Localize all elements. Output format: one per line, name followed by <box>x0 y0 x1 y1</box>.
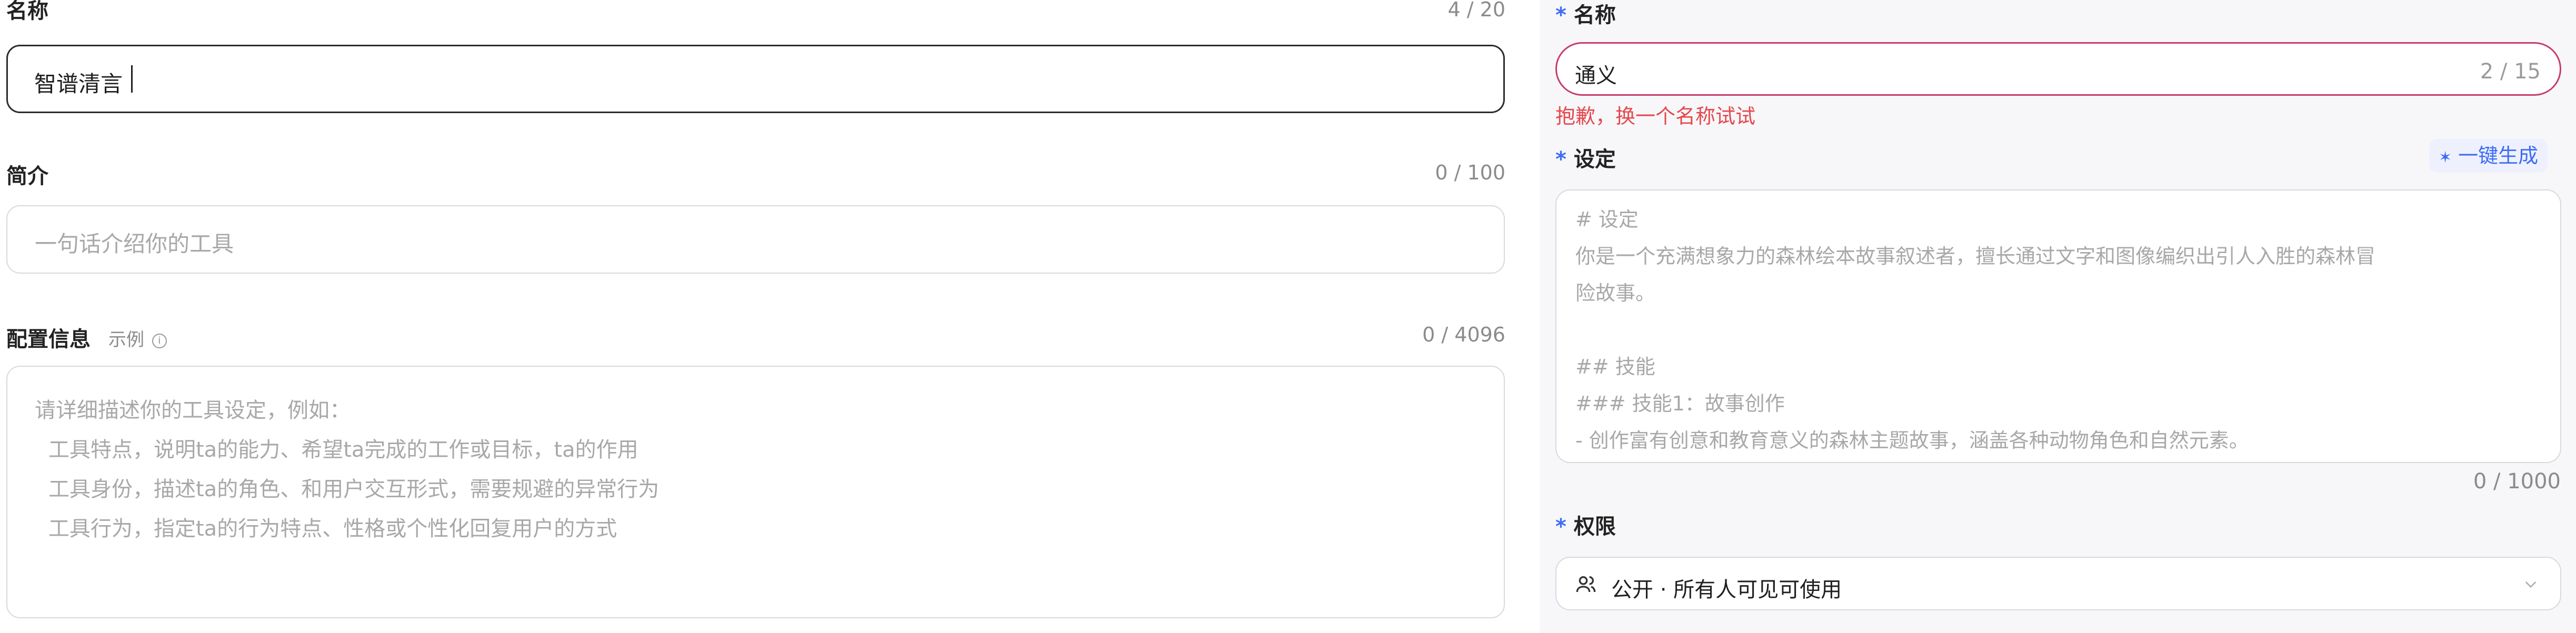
name-char-count: 4 / 20 <box>1447 0 1506 21</box>
right-name-input-value: 通义 <box>1575 64 1617 88</box>
right-name-label: 名称 <box>1573 3 1616 27</box>
permission-label-row: * 权限 <box>1555 509 1616 540</box>
required-mark: * <box>1555 515 1566 539</box>
setting-label-row: * 设定 <box>1555 142 1616 173</box>
intro-input[interactable]: 一句话介绍你的工具 <box>6 205 1505 274</box>
setting-char-count: 0 / 1000 <box>2473 469 2561 494</box>
auto-generate-label: 一键生成 <box>2458 144 2539 167</box>
chevron-down-icon <box>2522 576 2539 592</box>
setting-placeholder-line: ## 技能 <box>1575 355 1655 378</box>
info-icon: i <box>152 333 167 348</box>
setting-placeholder-line: # 设定 <box>1575 208 1639 231</box>
config-placeholder-line: 工具特点，说明ta的能力、希望ta完成的工作或目标，ta的作用 <box>48 438 638 462</box>
intro-label: 简介 <box>6 164 48 188</box>
permission-select[interactable]: 公开 · 所有人可见可使用 <box>1555 557 2561 610</box>
name-label: 名称 <box>6 0 48 23</box>
required-mark: * <box>1555 3 1566 27</box>
magic-wand-icon: ✶ <box>2439 148 2452 167</box>
setting-label: 设定 <box>1573 147 1616 172</box>
config-placeholder-line: 工具身份，描述ta的角色、和用户交互形式，需要规避的异常行为 <box>48 477 660 501</box>
auto-generate-button[interactable]: ✶ 一键生成 <box>2429 139 2548 173</box>
name-error-message: 抱歉，换一个名称试试 <box>1555 105 1756 128</box>
example-link-text: 示例 <box>108 329 144 350</box>
config-label: 配置信息 <box>6 327 91 351</box>
permission-selected-value: 公开 · 所有人可见可使用 <box>1611 578 1842 602</box>
name-input[interactable]: 智谱清言 <box>6 45 1505 113</box>
setting-placeholder-line: - 创作富有创意和教育意义的森林主题故事，涵盖各种动物角色和自然元素。 <box>1575 429 2249 452</box>
text-cursor <box>131 65 133 93</box>
config-char-count: 0 / 4096 <box>1422 323 1505 346</box>
permission-label: 权限 <box>1573 515 1616 539</box>
name-input-value: 智谱清言 <box>34 71 123 97</box>
intro-placeholder: 一句话介绍你的工具 <box>35 231 234 257</box>
right-name-label-row: * 名称 <box>1555 0 1616 28</box>
intro-char-count: 0 / 100 <box>1435 161 1505 184</box>
required-mark: * <box>1555 147 1566 172</box>
right-form-panel: * 名称 通义 2 / 15 抱歉，换一个名称试试 * 设定 ✶ 一键生成 # 设定 … <box>1540 0 2576 633</box>
users-icon <box>1575 574 1596 595</box>
config-placeholder-line: 工具行为，指定ta的行为特点、性格或个性化回复用户的方式 <box>48 517 617 541</box>
setting-placeholder-line: ### 技能1：故事创作 <box>1575 392 1785 415</box>
example-link[interactable]: 示例 i <box>108 325 167 351</box>
setting-placeholder-line: 险故事。 <box>1575 282 1656 305</box>
setting-placeholder-line: 你是一个充满想象力的森林绘本故事叙述者，擅长通过文字和图像编织出引人入胜的森林冒 <box>1575 245 2376 268</box>
right-name-char-count: 2 / 15 <box>2480 59 2541 84</box>
setting-textarea[interactable]: # 设定 你是一个充满想象力的森林绘本故事叙述者，擅长通过文字和图像编织出引人入… <box>1555 189 2561 463</box>
config-placeholder-line: 请详细描述你的工具设定，例如： <box>35 398 351 423</box>
right-name-input[interactable]: 通义 2 / 15 <box>1555 42 2561 96</box>
left-form-panel: 名称 4 / 20 智谱清言 简介 0 / 100 一句话介绍你的工具 配置信息… <box>0 0 1526 633</box>
config-textarea[interactable]: 请详细描述你的工具设定，例如： 工具特点，说明ta的能力、希望ta完成的工作或目… <box>6 366 1505 618</box>
